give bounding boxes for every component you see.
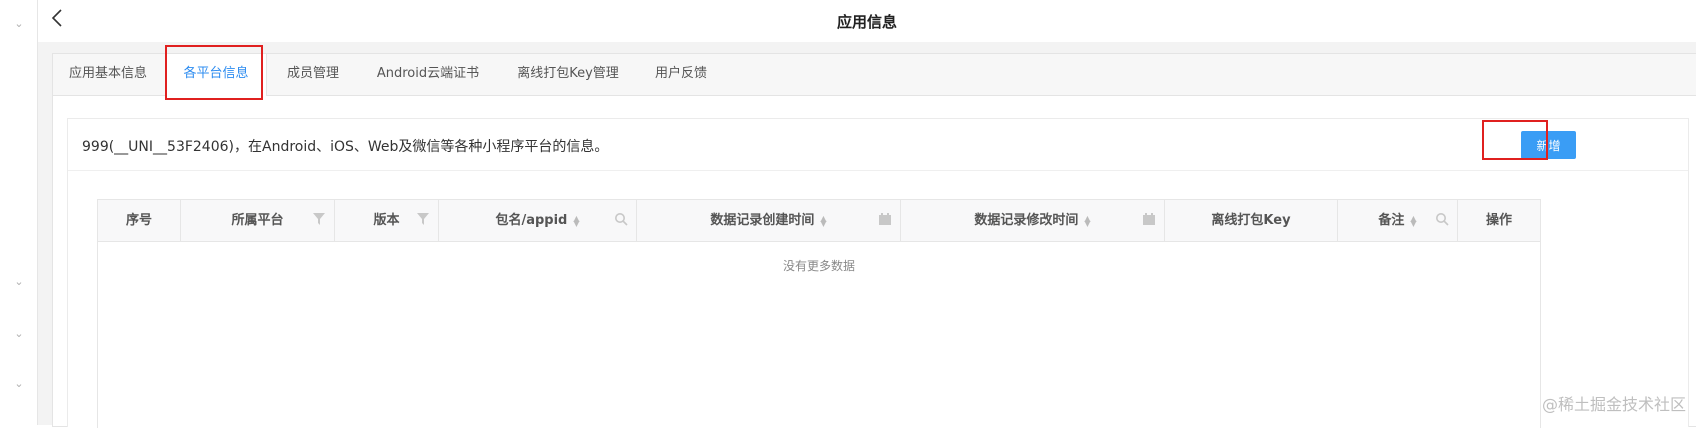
platform-info-card: 999(__UNI__53F2406)，在Android、iOS、Web及微信等… <box>67 118 1689 428</box>
watermark: @稀土掘金技术社区 <box>1541 395 1686 414</box>
sort-icon[interactable]: ▲ ▼ <box>573 214 579 227</box>
calendar-icon[interactable] <box>1142 212 1156 226</box>
top-bar: 应用信息 <box>38 0 1696 42</box>
card-description: 999(__UNI__53F2406)，在Android、iOS、Web及微信等… <box>82 139 609 155</box>
highlight-annotation <box>1482 120 1548 160</box>
tab-offline-key-management[interactable]: 离线打包Key管理 <box>503 54 633 95</box>
column-header[interactable]: 数据记录修改时间 ▲ ▼ <box>901 200 1165 241</box>
main-panel: 应用基本信息 各平台信息 成员管理 Android云端证书 离线打包Key管理 … <box>52 45 1696 428</box>
tab-app-basic-info[interactable]: 应用基本信息 <box>53 54 163 95</box>
sort-icon[interactable]: ▲ ▼ <box>1084 214 1090 227</box>
column-label: 数据记录修改时间 <box>974 213 1079 228</box>
calendar-icon[interactable] <box>878 212 892 226</box>
chevron-down-icon[interactable]: ⌄ <box>13 378 25 390</box>
tab-android-cloud-cert[interactable]: Android云端证书 <box>363 54 493 95</box>
column-label: 包名/appid <box>495 213 568 228</box>
sort-icon[interactable]: ▲ ▼ <box>1410 214 1416 227</box>
column-header: 序号 <box>98 200 181 241</box>
column-header[interactable]: 备注 ▲ ▼ <box>1338 200 1458 241</box>
column-label: 备注 <box>1378 213 1405 228</box>
page-title: 应用信息 <box>836 13 897 31</box>
filter-icon[interactable] <box>312 212 326 226</box>
column-label: 操作 <box>1485 213 1512 228</box>
column-header[interactable]: 包名/appid ▲ ▼ <box>439 200 637 241</box>
table-header: 序号 所属平台 版本 包名/appid ▲ ▼ 数据记录创建时间 ▲ ▼ 数据记… <box>98 200 1540 242</box>
sort-icon[interactable]: ▲ ▼ <box>820 214 826 227</box>
highlight-annotation <box>165 45 263 100</box>
tab-bar: 应用基本信息 各平台信息 成员管理 Android云端证书 离线打包Key管理 … <box>53 54 1696 96</box>
search-icon[interactable] <box>1435 212 1449 226</box>
column-header[interactable]: 数据记录创建时间 ▲ ▼ <box>637 200 901 241</box>
column-label: 序号 <box>125 213 152 228</box>
column-label: 所属平台 <box>231 213 284 228</box>
left-rail: ⌄ ⌄ ⌄ ⌄ <box>0 0 38 425</box>
tab-member-management[interactable]: 成员管理 <box>273 54 353 95</box>
chevron-down-icon[interactable]: ⌄ <box>13 276 25 288</box>
platform-table: 序号 所属平台 版本 包名/appid ▲ ▼ 数据记录创建时间 ▲ ▼ 数据记… <box>97 199 1541 428</box>
column-header: 离线打包Key <box>1165 200 1338 241</box>
filter-icon[interactable] <box>416 212 430 226</box>
chevron-down-icon[interactable]: ⌄ <box>13 18 25 30</box>
empty-state-text: 没有更多数据 <box>782 259 855 273</box>
column-label: 数据记录创建时间 <box>710 213 815 228</box>
tab-user-feedback[interactable]: 用户反馈 <box>641 54 721 95</box>
card-header: 999(__UNI__53F2406)，在Android、iOS、Web及微信等… <box>68 119 1688 171</box>
column-label: 版本 <box>373 213 400 228</box>
column-header[interactable]: 所属平台 <box>181 200 335 241</box>
column-header[interactable]: 版本 <box>335 200 439 241</box>
chevron-down-icon[interactable]: ⌄ <box>13 328 25 340</box>
column-header: 操作 <box>1458 200 1540 241</box>
column-label: 离线打包Key <box>1211 213 1291 228</box>
search-icon[interactable] <box>614 212 628 226</box>
